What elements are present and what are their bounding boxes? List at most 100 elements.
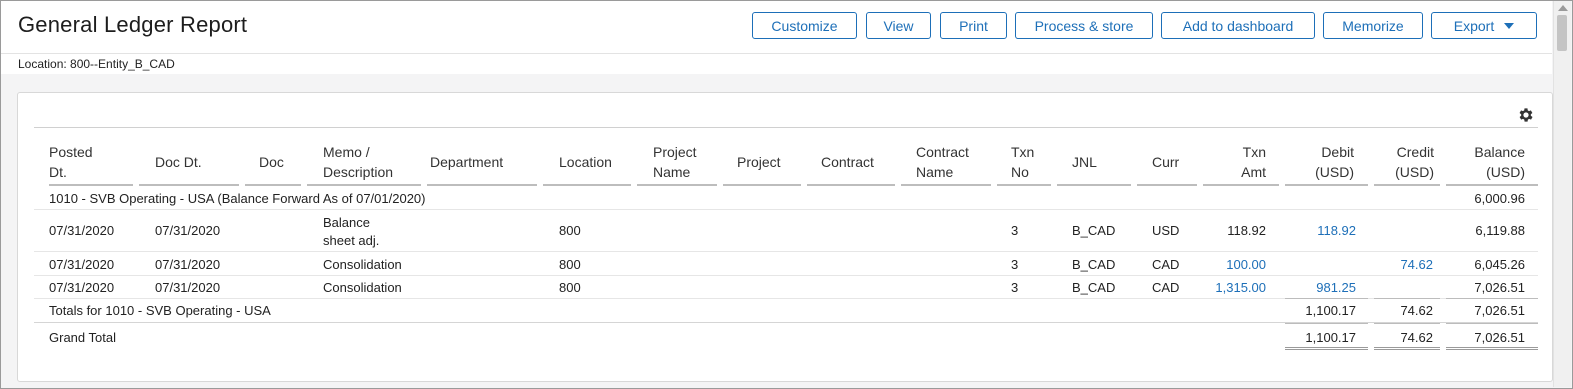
row-divider: [34, 209, 1538, 210]
header-line: Project: [653, 144, 697, 160]
header-line: Debit: [1321, 144, 1354, 160]
col-header-curr[interactable]: Curr: [1152, 152, 1179, 172]
curr-cell: USD: [1152, 223, 1180, 238]
grand-total-credit: 74.62: [1400, 330, 1433, 345]
header-underline: [901, 184, 991, 186]
location-cell: 800: [559, 257, 581, 272]
txn-no-cell: 3: [1011, 280, 1019, 295]
header-underline: [427, 184, 537, 186]
header-line: (USD): [1486, 164, 1525, 180]
header-line: Description: [323, 164, 394, 180]
col-header-txn-amt[interactable]: Txn Amt: [1214, 142, 1266, 182]
group-title: 1010 - SVB Operating - USA (Balance Forw…: [49, 191, 426, 206]
customize-button[interactable]: Customize: [752, 12, 857, 39]
row-divider: [34, 275, 1538, 276]
col-header-contract-name[interactable]: Contract Name: [916, 142, 969, 182]
header-line: Amt: [1241, 164, 1266, 180]
credit-link[interactable]: 74.62: [1374, 257, 1433, 272]
debit-link[interactable]: 981.25: [1285, 280, 1356, 295]
print-button[interactable]: Print: [940, 12, 1007, 39]
jnl-cell: B_CAD: [1072, 257, 1116, 272]
header-underline: [1203, 184, 1279, 186]
page-title: General Ledger Report: [18, 12, 248, 37]
totals-balance: 7,026.51: [1474, 303, 1525, 318]
memo-line: Balance: [323, 215, 370, 230]
report-header: General Ledger Report Customize View Pri…: [1, 1, 1552, 54]
col-header-doc-dt[interactable]: Doc Dt.: [155, 152, 202, 172]
debit-link[interactable]: 118.92: [1285, 223, 1356, 238]
totals-rule: [1374, 298, 1440, 299]
header-underline: [139, 184, 239, 186]
header-underline: [1285, 184, 1368, 186]
totals-credit: 74.62: [1400, 303, 1433, 318]
header-underline: [807, 184, 895, 186]
memo-cell: Balance sheet adj.: [323, 214, 379, 250]
header-underline: [543, 184, 631, 186]
grand-total-debit: 1,100.17: [1305, 330, 1356, 345]
process-store-button[interactable]: Process & store: [1015, 12, 1153, 39]
header-underline: [1057, 184, 1131, 186]
vertical-scrollbar[interactable]: [1553, 1, 1571, 387]
grand-total-rule: [1374, 323, 1440, 324]
doc-date-cell: 07/31/2020: [155, 223, 221, 238]
memo-cell: Consolidation: [323, 280, 402, 295]
txn-no-cell: 3: [1011, 257, 1019, 272]
balance-cell: 6,119.88: [1475, 223, 1525, 238]
header-underline: [245, 184, 301, 186]
grand-total-balance: 7,026.51: [1474, 330, 1525, 345]
memo-line: sheet adj.: [323, 233, 380, 248]
header-line: Dt.: [49, 164, 67, 180]
header-line: Balance: [1474, 144, 1525, 160]
txn-amt-link[interactable]: 100.00: [1203, 257, 1266, 272]
totals-label: Totals for 1010 - SVB Operating - USA: [49, 303, 271, 318]
col-header-location[interactable]: Location: [559, 152, 612, 172]
totals-rule: [1446, 298, 1538, 299]
row-divider: [34, 251, 1538, 252]
gear-icon[interactable]: [1517, 106, 1535, 124]
col-header-project-name[interactable]: Project Name: [653, 142, 697, 182]
export-label: Export: [1453, 18, 1495, 34]
col-header-jnl[interactable]: JNL: [1072, 152, 1097, 172]
location-bar: Location: 800--Entity_B_CAD: [1, 54, 1552, 74]
grand-total-double-rule: [1374, 347, 1440, 350]
col-header-department[interactable]: Department: [430, 152, 503, 172]
col-header-debit[interactable]: Debit (USD): [1284, 142, 1354, 182]
scroll-up-arrow-icon[interactable]: [1558, 5, 1568, 11]
memorize-button[interactable]: Memorize: [1323, 12, 1423, 39]
header-underline: [1374, 184, 1440, 186]
txn-amt-cell: 118.92: [1227, 223, 1266, 238]
header-line: (USD): [1315, 164, 1354, 180]
export-button[interactable]: Export: [1431, 12, 1537, 39]
grand-total-label: Grand Total: [49, 330, 116, 345]
location-cell: 800: [559, 223, 581, 238]
location-filter-label: Location: 800--Entity_B_CAD: [18, 57, 175, 71]
header-line: Posted: [49, 144, 93, 160]
add-to-dashboard-button[interactable]: Add to dashboard: [1161, 12, 1315, 39]
memo-cell: Consolidation: [323, 257, 402, 272]
report-panel: Posted Dt. Doc Dt. Doc Memo / Description …: [17, 92, 1553, 382]
view-button[interactable]: View: [866, 12, 931, 39]
col-header-contract[interactable]: Contract: [821, 152, 874, 172]
col-header-project[interactable]: Project: [737, 152, 781, 172]
doc-date-cell: 07/31/2020: [155, 280, 221, 295]
posted-date-cell: 07/31/2020: [49, 223, 115, 238]
grand-total-rule: [1285, 323, 1368, 324]
col-header-txn-no[interactable]: Txn No: [1011, 142, 1034, 182]
posted-date-cell: 07/31/2020: [49, 280, 115, 295]
col-header-credit[interactable]: Credit (USD): [1374, 142, 1434, 182]
col-header-doc[interactable]: Doc: [259, 152, 284, 172]
header-underline: [723, 184, 801, 186]
txn-no-cell: 3: [1011, 223, 1019, 238]
col-header-posted-dt[interactable]: Posted Dt.: [49, 142, 93, 182]
jnl-cell: B_CAD: [1072, 223, 1116, 238]
txn-amt-link[interactable]: 1,315.00: [1203, 280, 1266, 295]
header-underline: [49, 184, 133, 186]
col-header-balance[interactable]: Balance (USD): [1454, 142, 1525, 182]
header-line: (USD): [1395, 164, 1434, 180]
scrollbar-thumb[interactable]: [1557, 15, 1567, 51]
curr-cell: CAD: [1152, 280, 1180, 295]
header-line: No: [1011, 164, 1029, 180]
curr-cell: CAD: [1152, 257, 1180, 272]
col-header-memo[interactable]: Memo / Description: [323, 142, 393, 182]
balance-cell: 7,026.51: [1474, 280, 1525, 295]
